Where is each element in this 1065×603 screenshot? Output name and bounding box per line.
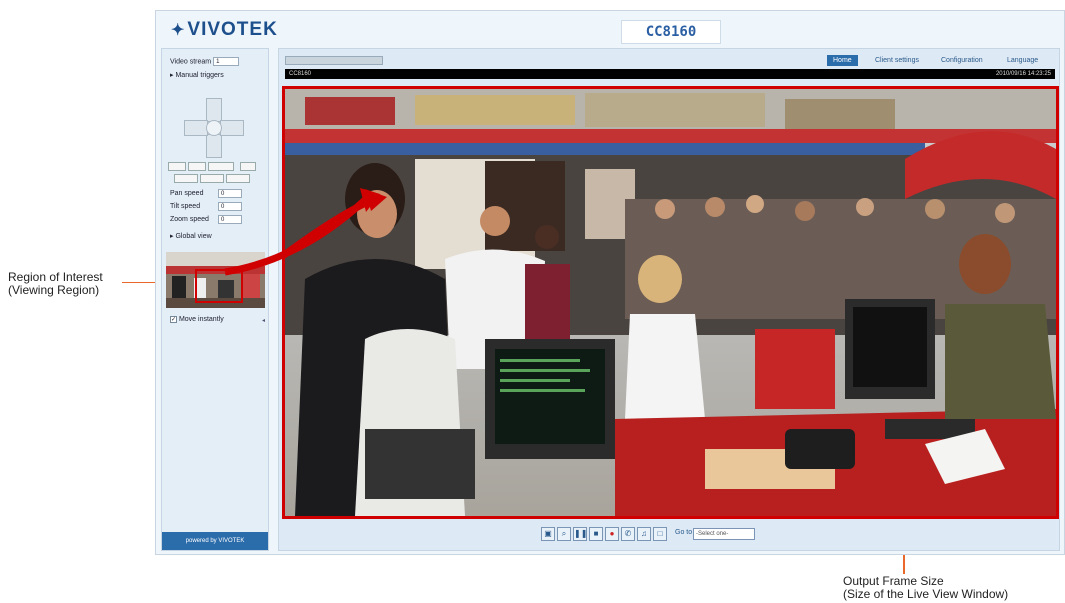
live-view-panel: Home Client settings Configuration Langu… bbox=[278, 48, 1060, 551]
zoom-in-button[interactable] bbox=[188, 162, 206, 171]
video-stream-label: Video stream bbox=[170, 58, 212, 66]
video-overlay-timestamp: 2010/09/16 14:23:25 bbox=[995, 71, 1051, 77]
video-stream-row: Video stream 1 bbox=[170, 57, 240, 66]
nav-client-settings[interactable]: Client settings bbox=[869, 55, 925, 66]
digital-zoom-icon[interactable]: ⌕ bbox=[557, 527, 571, 541]
fullscreen-icon[interactable]: □ bbox=[653, 527, 667, 541]
live-video-image bbox=[285, 89, 1056, 516]
brand-name: VIVOTEK bbox=[187, 19, 278, 40]
video-stream-select[interactable]: 1 bbox=[213, 57, 240, 66]
goto-preset-select[interactable]: -Select one- bbox=[693, 528, 755, 540]
zoom-out-button[interactable] bbox=[168, 162, 186, 171]
goto-label: Go to bbox=[675, 529, 693, 536]
roi-annotation-line2: (Viewing Region) bbox=[8, 283, 100, 297]
tilt-up-button[interactable] bbox=[206, 98, 222, 122]
playback-controls: ▣ ⌕ ❚❚ ■ ● ✆ ♫ □ Go to -Select one- bbox=[541, 527, 801, 543]
pan-left-button[interactable] bbox=[184, 120, 208, 136]
video-overlay-name: CC8160 bbox=[289, 71, 312, 77]
chevron-right-icon: ▸ bbox=[170, 233, 174, 240]
nav-home[interactable]: Home bbox=[827, 55, 858, 66]
stream-tabs[interactable] bbox=[285, 56, 383, 65]
pan-right-button[interactable] bbox=[220, 120, 244, 136]
nav-language[interactable]: Language bbox=[1001, 55, 1044, 66]
manual-triggers-label: Manual triggers bbox=[175, 72, 224, 79]
chevron-right-icon: ▸ bbox=[170, 72, 174, 79]
move-instantly-checkbox[interactable]: ✓ bbox=[170, 316, 177, 323]
home-center-button[interactable] bbox=[206, 120, 222, 136]
roi-annotation: Region of Interest (Viewing Region) bbox=[8, 271, 103, 297]
tilt-down-button[interactable] bbox=[206, 134, 222, 158]
powered-by-footer: powered by VIVOTEK bbox=[162, 532, 268, 550]
manual-triggers-toggle[interactable]: ▸ Manual triggers bbox=[170, 71, 224, 79]
video-title-bar: CC8160 2010/09/16 14:23:25 bbox=[285, 69, 1055, 79]
output-annotation-line2: (Size of the Live View Window) bbox=[843, 587, 1009, 601]
output-annotation: Output Frame Size (Size of the Live View… bbox=[843, 575, 1008, 601]
stop-icon[interactable]: ■ bbox=[589, 527, 603, 541]
sidebar: Video stream 1 ▸ Manual triggers Pan spe… bbox=[161, 48, 269, 551]
brand-logo: ✦ VIVOTEK bbox=[171, 19, 291, 43]
model-name: CC8160 bbox=[621, 20, 721, 44]
zoom-level-button[interactable] bbox=[208, 162, 234, 171]
focus-button[interactable] bbox=[240, 162, 256, 171]
ptz-direction-pad bbox=[184, 98, 244, 158]
live-view-window[interactable] bbox=[282, 86, 1059, 519]
collapse-arrow-icon[interactable]: ◂ bbox=[262, 317, 265, 324]
logo-wing-icon: ✦ bbox=[171, 22, 186, 39]
record-icon[interactable]: ● bbox=[605, 527, 619, 541]
talk-icon[interactable]: ✆ bbox=[621, 527, 635, 541]
roi-arrow bbox=[224, 188, 380, 276]
nav-configuration[interactable]: Configuration bbox=[935, 55, 989, 66]
move-instantly-row: ✓ Move instantly bbox=[170, 316, 224, 323]
pause-icon[interactable]: ❚❚ bbox=[573, 527, 587, 541]
move-instantly-label: Move instantly bbox=[178, 316, 224, 323]
volume-icon[interactable]: ♫ bbox=[637, 527, 651, 541]
snapshot-icon[interactable]: ▣ bbox=[541, 527, 555, 541]
